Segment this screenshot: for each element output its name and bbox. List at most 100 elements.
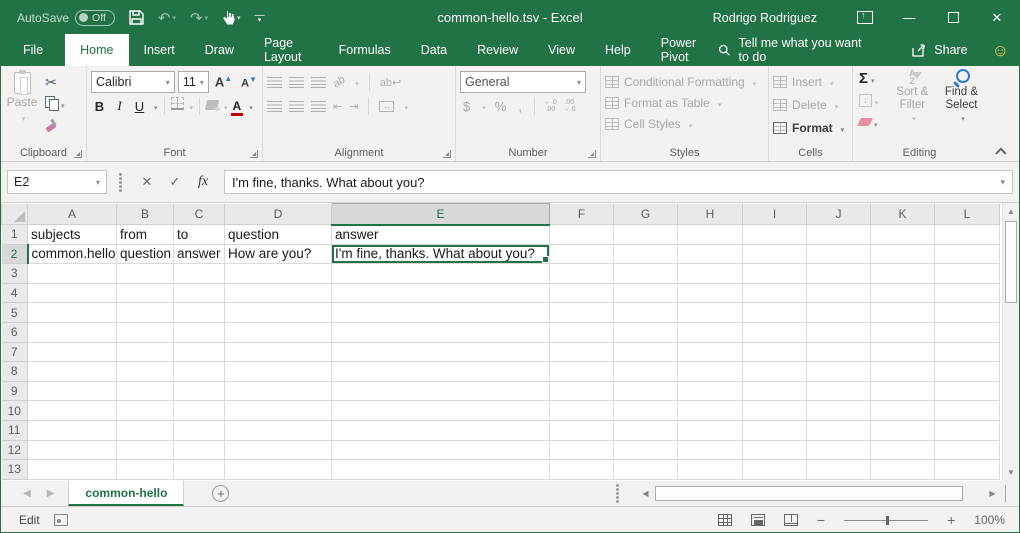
- row-header-6[interactable]: 6: [2, 322, 28, 342]
- normal-view-icon[interactable]: [718, 514, 732, 526]
- decrease-font-size-button[interactable]: A▼: [238, 75, 260, 90]
- clipboard-dialog-launcher-icon[interactable]: [74, 150, 82, 158]
- increase-font-size-button[interactable]: A▲: [212, 74, 235, 89]
- horizontal-scrollbar[interactable]: ◀ ▶: [637, 485, 1001, 502]
- cell-D10[interactable]: [225, 401, 332, 421]
- prev-sheet-icon[interactable]: ◀: [23, 488, 31, 499]
- borders-button[interactable]: [171, 97, 184, 115]
- cell-C8[interactable]: [174, 362, 225, 382]
- vertical-scroll-thumb[interactable]: [1005, 221, 1017, 303]
- cell-F8[interactable]: [550, 362, 614, 382]
- cell-H9[interactable]: [678, 381, 743, 401]
- cell-A4[interactable]: [28, 283, 117, 303]
- tab-data[interactable]: Data: [406, 34, 462, 66]
- column-header-B[interactable]: B: [117, 204, 174, 225]
- cell-L12[interactable]: [935, 440, 1000, 460]
- cell-L6[interactable]: [935, 322, 1000, 342]
- cell-E1[interactable]: answer: [332, 225, 550, 245]
- tab-file[interactable]: File: [1, 34, 65, 66]
- cell-B12[interactable]: [117, 440, 174, 460]
- insert-function-button[interactable]: fx: [190, 170, 216, 194]
- formula-input[interactable]: I'm fine, thanks. What about you? ▾: [224, 170, 1013, 194]
- cell-H7[interactable]: [678, 342, 743, 362]
- page-layout-view-icon[interactable]: [751, 514, 765, 526]
- cell-K4[interactable]: [871, 283, 935, 303]
- cell-D4[interactable]: [225, 283, 332, 303]
- cell-H3[interactable]: [678, 264, 743, 284]
- column-header-H[interactable]: H: [678, 204, 743, 225]
- cell-A9[interactable]: [28, 381, 117, 401]
- bold-button[interactable]: B: [91, 99, 108, 114]
- cell-F1[interactable]: [550, 225, 614, 245]
- cell-K12[interactable]: [871, 440, 935, 460]
- column-header-D[interactable]: D: [225, 204, 332, 225]
- format-as-table-button[interactable]: Format as Table: [605, 92, 766, 113]
- column-header-F[interactable]: F: [550, 204, 614, 225]
- cell-A13[interactable]: [28, 460, 117, 480]
- cell-E13[interactable]: [332, 460, 550, 480]
- cell-D11[interactable]: [225, 420, 332, 440]
- cell-C6[interactable]: [174, 322, 225, 342]
- cell-G3[interactable]: [614, 264, 678, 284]
- cell-K11[interactable]: [871, 420, 935, 440]
- scroll-right-icon[interactable]: ▶: [984, 485, 1001, 502]
- column-header-K[interactable]: K: [871, 204, 935, 225]
- cell-A10[interactable]: [28, 401, 117, 421]
- minimize-button[interactable]: —: [887, 1, 931, 34]
- cell-G9[interactable]: [614, 381, 678, 401]
- cell-D6[interactable]: [225, 322, 332, 342]
- middle-align-icon[interactable]: [289, 77, 304, 88]
- alignment-dialog-launcher-icon[interactable]: [443, 150, 451, 158]
- cell-G11[interactable]: [614, 420, 678, 440]
- cell-B9[interactable]: [117, 381, 174, 401]
- row-header-5[interactable]: 5: [2, 303, 28, 323]
- wrap-text-icon[interactable]: ab↩: [380, 76, 401, 89]
- undo-dropdown-icon[interactable]: ▾: [172, 14, 176, 22]
- cell-J2[interactable]: [807, 244, 871, 264]
- cell-J12[interactable]: [807, 440, 871, 460]
- cell-E5[interactable]: [332, 303, 550, 323]
- cell-H10[interactable]: [678, 401, 743, 421]
- row-header-8[interactable]: 8: [2, 362, 28, 382]
- column-header-I[interactable]: I: [743, 204, 807, 225]
- delete-cells-button[interactable]: Delete: [773, 94, 850, 115]
- cell-L5[interactable]: [935, 303, 1000, 323]
- accounting-dropdown-icon[interactable]: [479, 97, 486, 115]
- scroll-up-icon[interactable]: ▲: [1003, 203, 1019, 220]
- cell-F10[interactable]: [550, 401, 614, 421]
- page-break-preview-icon[interactable]: [784, 514, 798, 526]
- cell-E4[interactable]: [332, 283, 550, 303]
- cell-B11[interactable]: [117, 420, 174, 440]
- cell-E2[interactable]: I'm fine, thanks. What about you?: [332, 244, 550, 264]
- cell-E11[interactable]: [332, 420, 550, 440]
- tab-review[interactable]: Review: [462, 34, 533, 66]
- cancel-button[interactable]: ✕: [134, 170, 160, 194]
- cell-G7[interactable]: [614, 342, 678, 362]
- close-button[interactable]: ✕: [975, 1, 1019, 34]
- cell-I13[interactable]: [743, 460, 807, 480]
- cell-H8[interactable]: [678, 362, 743, 382]
- top-align-icon[interactable]: [267, 77, 282, 88]
- cell-H4[interactable]: [678, 283, 743, 303]
- cell-J1[interactable]: [807, 225, 871, 245]
- underline-dropdown-icon[interactable]: [151, 97, 158, 115]
- align-center-icon[interactable]: [289, 101, 304, 112]
- tab-insert[interactable]: Insert: [129, 34, 190, 66]
- merge-center-icon[interactable]: ↔: [379, 101, 394, 112]
- sheet-tab[interactable]: common-hello: [68, 481, 184, 506]
- tab-power-pivot[interactable]: Power Pivot: [646, 34, 718, 66]
- cell-K6[interactable]: [871, 322, 935, 342]
- cell-C9[interactable]: [174, 381, 225, 401]
- next-sheet-icon[interactable]: ▶: [47, 488, 55, 499]
- cell-C7[interactable]: [174, 342, 225, 362]
- cell-L13[interactable]: [935, 460, 1000, 480]
- cell-L2[interactable]: [935, 244, 1000, 264]
- bottom-align-icon[interactable]: [311, 77, 326, 88]
- cell-K13[interactable]: [871, 460, 935, 480]
- cell-L11[interactable]: [935, 420, 1000, 440]
- cell-F5[interactable]: [550, 303, 614, 323]
- cell-D9[interactable]: [225, 381, 332, 401]
- cell-B13[interactable]: [117, 460, 174, 480]
- cell-I6[interactable]: [743, 322, 807, 342]
- row-header-4[interactable]: 4: [2, 283, 28, 303]
